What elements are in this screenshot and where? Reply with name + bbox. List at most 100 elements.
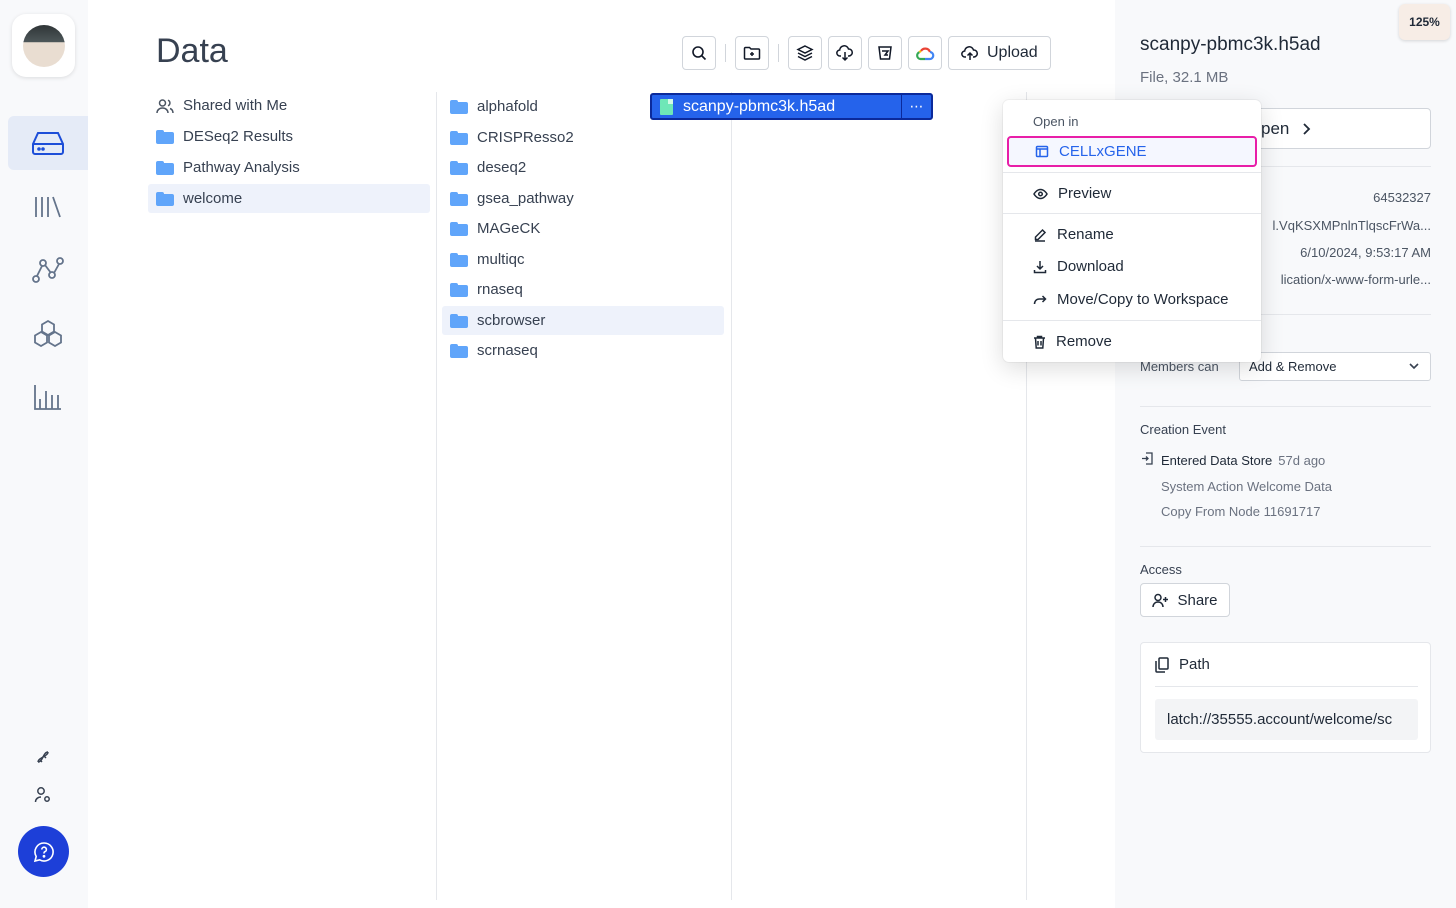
cloud-download-icon (836, 45, 853, 62)
share-label: Share (1177, 591, 1218, 609)
eye-icon (1033, 188, 1048, 199)
layers-button[interactable] (788, 36, 822, 70)
avatar (22, 24, 65, 67)
library-icon (35, 196, 61, 218)
toolbar: Upload (682, 36, 1057, 70)
list-item-folder-selected[interactable]: scbrowser (442, 306, 724, 335)
help-chat-button[interactable] (18, 826, 69, 877)
list-item-label: DESeq2 Results (183, 128, 294, 145)
list-item-folder[interactable]: CRISPResso2 (442, 123, 724, 152)
folder-icon (156, 191, 174, 206)
dna-icon-button[interactable] (28, 745, 58, 769)
list-item-label: MAGeCK (477, 220, 541, 237)
download-icon (1033, 260, 1047, 273)
meta-modified: 6/10/2024, 9:53:17 AM (1300, 245, 1431, 260)
list-item-label: welcome (183, 190, 243, 207)
path-card: Path latch://35555.account/welcome/sc (1140, 642, 1431, 753)
file-actions-button[interactable]: ⋯ (901, 93, 931, 120)
file-icon (660, 98, 673, 115)
meta-hash: l.VqKSXMPnlnTlqscFrWa... (1272, 218, 1431, 233)
rail-item-data[interactable] (8, 116, 88, 170)
menu-item-download[interactable]: Download (1007, 251, 1257, 282)
chat-question-icon (33, 841, 54, 862)
menu-item-label: Move/Copy to Workspace (1057, 291, 1229, 308)
menu-item-label: Preview (1058, 185, 1112, 202)
folder-icon (450, 99, 468, 114)
list-item-folder[interactable]: MAGeCK (442, 214, 724, 243)
list-item-pathway-analysis[interactable]: Pathway Analysis (148, 153, 430, 182)
list-item-welcome[interactable]: welcome (148, 184, 430, 213)
list-item-folder[interactable]: gsea_pathway (442, 184, 724, 213)
zoom-badge[interactable]: 125% (1399, 4, 1450, 40)
path-label: Path (1179, 656, 1210, 673)
forward-arrow-icon (1033, 294, 1047, 304)
members-permission-select[interactable]: Add & Remove (1239, 352, 1431, 381)
file-name: scanpy-pbmc3k.h5ad (683, 97, 836, 115)
user-gear-icon (34, 787, 50, 803)
event-time: 57d ago (1278, 453, 1326, 468)
list-item-folder[interactable]: rnaseq (442, 275, 724, 304)
folder-icon (450, 221, 468, 236)
list-item-folder[interactable]: scrnaseq (442, 336, 724, 365)
rail-item-registry[interactable] (8, 306, 88, 360)
pencil-icon (1034, 228, 1047, 242)
rail-item-workflows[interactable] (8, 243, 88, 297)
open-label: pen (1261, 118, 1290, 138)
copy-icon (1155, 656, 1169, 673)
divider (1140, 406, 1431, 407)
folder-plus-icon (743, 46, 761, 60)
folder-icon (450, 130, 468, 145)
cloud-upload-icon (961, 46, 978, 60)
rail-item-library[interactable] (8, 180, 88, 234)
list-item-shared-with-me[interactable]: Shared with Me (148, 91, 430, 120)
dna-icon (37, 751, 49, 763)
menu-header: Open in (1033, 114, 1079, 129)
menu-item-preview[interactable]: Preview (1007, 178, 1257, 209)
cloud-sync-button[interactable] (828, 36, 862, 70)
toolbar-divider (778, 44, 779, 62)
app-window-icon (1035, 145, 1049, 158)
chevron-right-icon (1303, 122, 1311, 135)
list-item-label: gsea_pathway (477, 190, 574, 207)
list-item-label: alphafold (477, 98, 538, 115)
list-item-label: CRISPResso2 (477, 129, 574, 146)
context-menu: Open in CELLxGENE Preview Rename Downloa… (1003, 100, 1261, 362)
folder-icon (450, 282, 468, 297)
user-plus-icon (1152, 593, 1169, 607)
user-settings-button[interactable] (28, 783, 58, 807)
new-folder-button[interactable] (735, 36, 769, 70)
account-avatar-button[interactable] (12, 14, 75, 77)
menu-divider (1003, 172, 1261, 173)
members-select-value: Add & Remove (1249, 359, 1337, 374)
list-item-folder[interactable]: deseq2 (442, 153, 724, 182)
trash-icon (1034, 335, 1045, 349)
list-item-label: scbrowser (477, 312, 546, 329)
list-item-folder[interactable]: multiqc (442, 245, 724, 274)
access-label: Access (1140, 562, 1182, 577)
menu-item-label: Rename (1057, 226, 1114, 243)
google-cloud-button[interactable] (908, 36, 942, 70)
divider (1155, 686, 1418, 687)
layers-icon (796, 45, 814, 61)
event-name: Entered Data Store (1161, 453, 1273, 468)
path-value-field[interactable]: latch://35555.account/welcome/sc (1155, 699, 1418, 740)
selected-file-row[interactable]: scanpy-pbmc3k.h5ad ⋯ (650, 93, 933, 120)
list-item-deseq2-results[interactable]: DESeq2 Results (148, 122, 430, 151)
rail-item-analytics[interactable] (8, 370, 88, 424)
page-title: Data (156, 32, 228, 70)
list-item-label: rnaseq (477, 281, 523, 298)
menu-item-rename[interactable]: Rename (1007, 219, 1257, 250)
share-button[interactable]: Share (1140, 583, 1230, 617)
menu-item-label: Download (1057, 258, 1124, 275)
folder-icon (450, 252, 468, 267)
details-subtitle: File, 32.1 MB (1140, 69, 1229, 86)
menu-item-cellxgene[interactable]: CELLxGENE (1007, 136, 1257, 167)
list-item-label: Shared with Me (183, 97, 288, 114)
enter-icon (1142, 452, 1153, 465)
upload-button[interactable]: Upload (948, 36, 1051, 70)
menu-item-label: Remove (1056, 333, 1112, 350)
menu-item-remove[interactable]: Remove (1007, 326, 1257, 357)
aws-s3-button[interactable] (868, 36, 902, 70)
menu-item-move-copy[interactable]: Move/Copy to Workspace (1007, 284, 1257, 315)
search-button[interactable] (682, 36, 716, 70)
